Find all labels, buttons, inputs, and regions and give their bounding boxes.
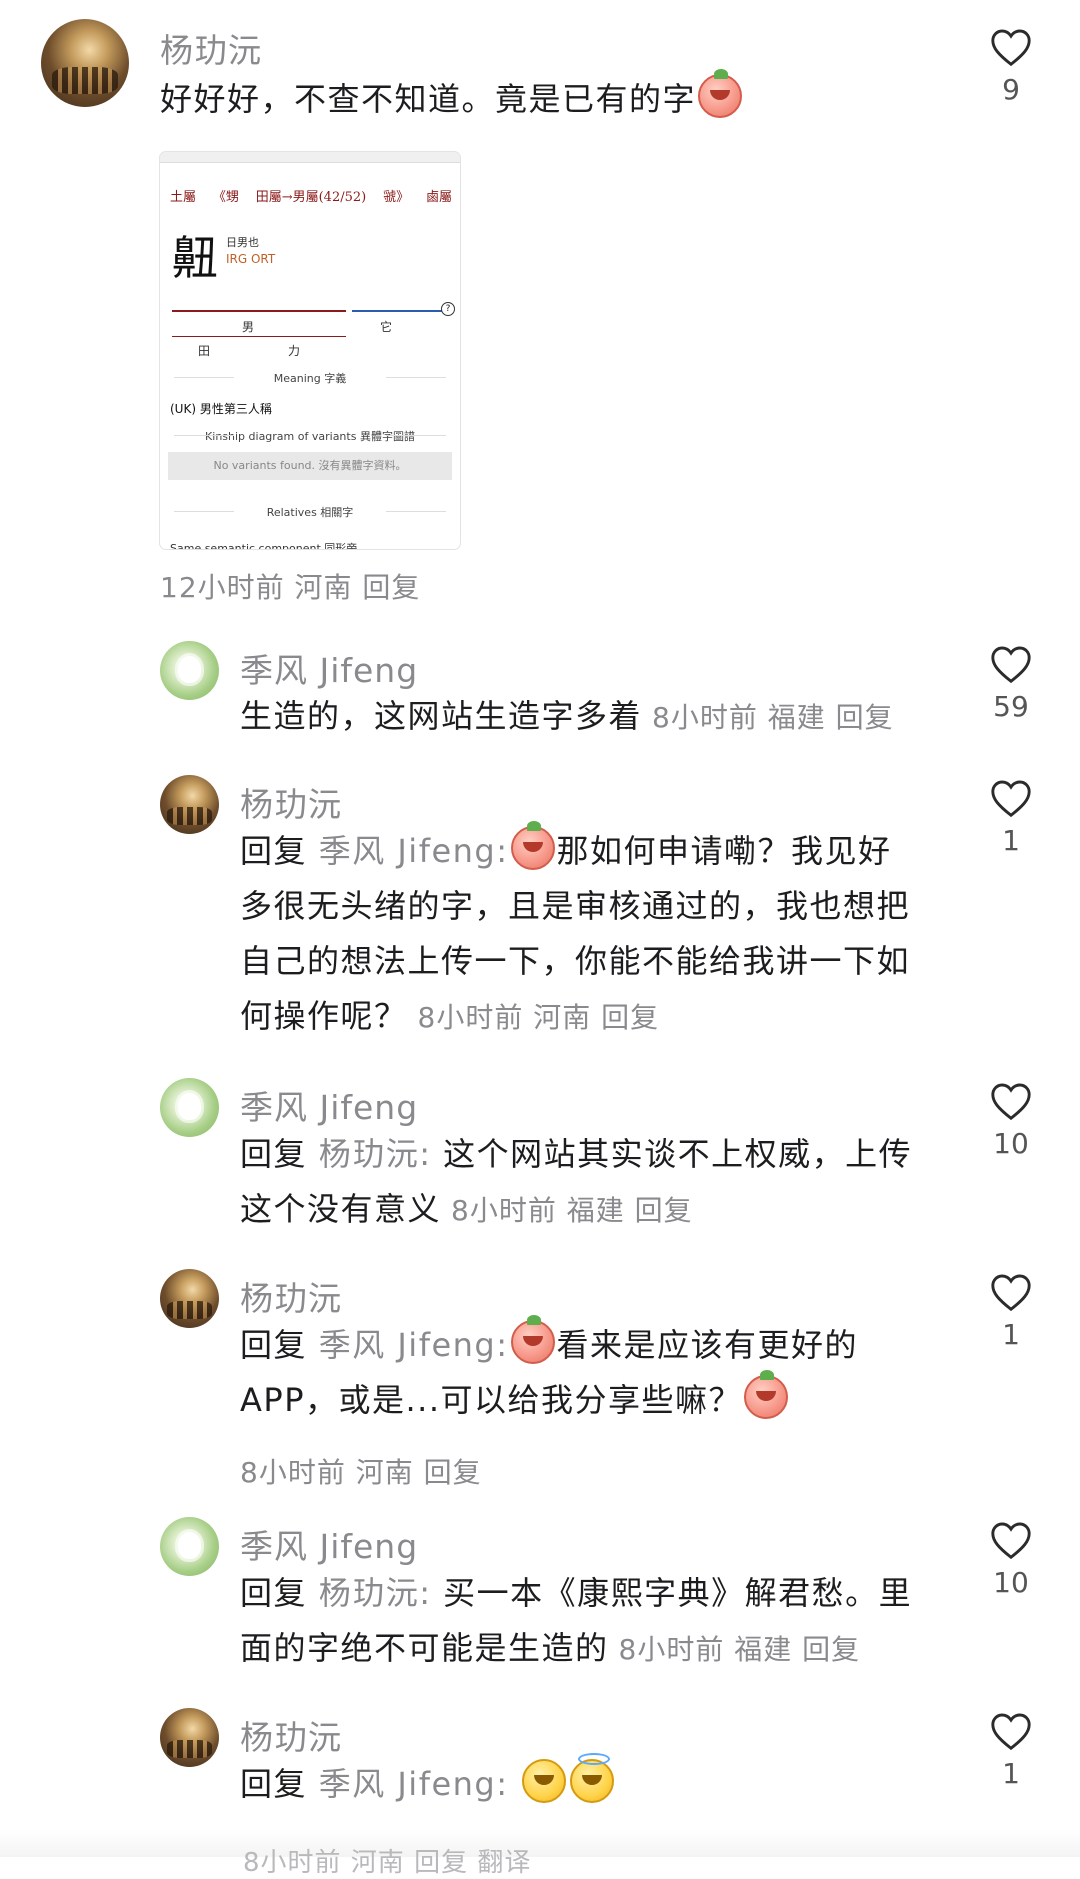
reply-target[interactable]: 季风 Jifeng:: [319, 1326, 509, 1364]
component-field: 田: [198, 344, 211, 358]
avatar[interactable]: [160, 1078, 219, 1137]
image-topbar: [160, 152, 460, 163]
like-count: 10: [993, 1566, 1029, 1599]
comment-text-body: 好好好，不查不知道。竟是已有的字: [160, 80, 697, 118]
sweat-smile-emoji-icon: [522, 1759, 567, 1803]
nav-mid: 田屬→男屬(42/52): [255, 190, 367, 205]
component-power: 力: [288, 344, 301, 358]
comment-meta[interactable]: 8小时前 福建 回复: [619, 1633, 861, 1666]
like-button[interactable]: 10: [981, 1520, 1041, 1599]
nav-left: 土屬: [170, 190, 197, 205]
relatives-header: Relatives 相關字: [160, 504, 460, 520]
kinship-header: Kinship diagram of variants 異體字圖譜: [160, 428, 460, 444]
reply-prefix: 回复: [240, 1574, 308, 1612]
like-count: 1: [1002, 824, 1020, 857]
comment-meta[interactable]: 8小时前 福建 回复: [451, 1194, 693, 1227]
nav-prev: 《甥: [212, 190, 239, 205]
nav-right: 鹵屬: [425, 190, 452, 205]
comment-author[interactable]: 杨玏沅: [160, 24, 262, 72]
same-semantic-label: Same semantic component 同形旁: [170, 542, 358, 549]
heart-outline-icon: [991, 1274, 1031, 1312]
comment-author[interactable]: 季风 Jifeng: [240, 1081, 418, 1129]
peach-emoji-icon: [510, 821, 555, 870]
irg-link: IRG ORT: [226, 252, 276, 266]
halo-smile-emoji-icon: [570, 1753, 615, 1803]
like-count: 1: [1002, 1318, 1020, 1351]
big-character: 䶊: [172, 231, 218, 285]
comment-meta[interactable]: 8小时前 福建 回复: [652, 701, 894, 734]
comment-text: 回复 杨玏沅: 这个网站其实谈不上权威，上传这个没有意义 8小时前 福建 回复: [240, 1127, 940, 1238]
like-count: 59: [993, 690, 1029, 723]
reply-prefix: 回复: [240, 1765, 308, 1803]
component-male: 男: [242, 320, 255, 334]
comment-meta[interactable]: 8小时前 河南 回复: [240, 1451, 482, 1491]
help-icon: ?: [441, 302, 455, 316]
like-button[interactable]: 1: [981, 778, 1041, 857]
like-button[interactable]: 9: [981, 27, 1041, 106]
no-variants-box: No variants found. 沒有異體字資料。: [168, 452, 452, 480]
reply-target[interactable]: 杨玏沅:: [319, 1135, 432, 1173]
reply-target[interactable]: 杨玏沅:: [319, 1574, 432, 1612]
comment-text: 回复 季风 Jifeng: 看来是应该有更好的APP，或是...可以给我分享些嘛？: [240, 1315, 920, 1428]
comment-author[interactable]: 季风 Jifeng: [240, 644, 418, 692]
heart-outline-icon: [991, 780, 1031, 818]
like-count: 1: [1002, 1757, 1020, 1790]
radical-nav: 土屬 《甥 田屬→男屬(42/52) 虢》 鹵屬: [170, 186, 452, 205]
heart-outline-icon: [991, 1713, 1031, 1751]
like-button[interactable]: 10: [981, 1081, 1041, 1160]
like-button[interactable]: 1: [981, 1711, 1041, 1790]
component-ta: 它: [380, 320, 393, 334]
comment-meta[interactable]: 8小时前 河南 回复: [418, 1001, 660, 1034]
reply-prefix: 回复: [240, 1135, 308, 1173]
heart-outline-icon: [991, 646, 1031, 684]
cut-off-meta: 8小时前 河南 回复 翻译: [243, 1848, 532, 1878]
reply-prefix: 回复: [240, 1326, 308, 1364]
like-count: 10: [993, 1127, 1029, 1160]
tree-line-red: [172, 310, 346, 312]
comment-text: 回复 季风 Jifeng:: [240, 1753, 940, 1812]
heart-outline-icon: [991, 1083, 1031, 1121]
comment-meta[interactable]: 12小时前 河南 回复: [160, 566, 420, 606]
like-button[interactable]: 1: [981, 1272, 1041, 1351]
comment-author[interactable]: 杨玏沅: [240, 1272, 342, 1320]
peach-emoji-icon: [698, 69, 743, 118]
comment-text: 好好好，不查不知道。竟是已有的字: [160, 69, 810, 127]
avatar[interactable]: [41, 19, 129, 107]
reply-prefix: 回复: [240, 832, 308, 870]
comment-author[interactable]: 杨玏沅: [240, 778, 342, 826]
comment-author[interactable]: 季风 Jifeng: [240, 1520, 418, 1568]
char-gloss: 日男也: [226, 236, 259, 249]
reply-target[interactable]: 季风 Jifeng:: [319, 832, 509, 870]
like-button[interactable]: 59: [981, 644, 1041, 723]
heart-outline-icon: [991, 29, 1031, 67]
meaning-text: (UK) 男性第三人稱: [170, 402, 272, 416]
comment-text: 回复 杨玏沅: 买一本《康熙字典》解君愁。里面的字绝不可能是生造的 8小时前 福建…: [240, 1566, 940, 1677]
bottom-fade: [0, 1830, 1080, 1857]
comment-text: 回复 季风 Jifeng: 那如何申请嘞？我见好多很无头绪的字，且是审核通过的，我…: [240, 821, 920, 1045]
peach-emoji-icon: [510, 1315, 555, 1364]
nav-next: 虢》: [383, 190, 410, 205]
attached-image[interactable]: 土屬 《甥 田屬→男屬(42/52) 虢》 鹵屬 䶊 日男也 IRG ORT ?…: [160, 152, 460, 549]
comment-author[interactable]: 杨玏沅: [240, 1711, 342, 1759]
comment-text-body: 生造的，这网站生造字多着: [240, 697, 643, 735]
tree-line-blue: [352, 310, 442, 312]
like-count: 9: [1002, 73, 1020, 106]
heart-outline-icon: [991, 1522, 1031, 1560]
avatar[interactable]: [160, 1517, 219, 1576]
avatar[interactable]: [160, 1269, 219, 1328]
tree-line-red-2: [172, 336, 346, 337]
peach-emoji-icon: [744, 1370, 789, 1419]
reply-target[interactable]: 季风 Jifeng:: [319, 1765, 509, 1803]
avatar[interactable]: [160, 775, 219, 834]
avatar[interactable]: [160, 1708, 219, 1767]
comment-text: 生造的，这网站生造字多着 8小时前 福建 回复: [240, 689, 940, 745]
meaning-header: Meaning 字義: [160, 370, 460, 386]
avatar[interactable]: [160, 641, 219, 700]
